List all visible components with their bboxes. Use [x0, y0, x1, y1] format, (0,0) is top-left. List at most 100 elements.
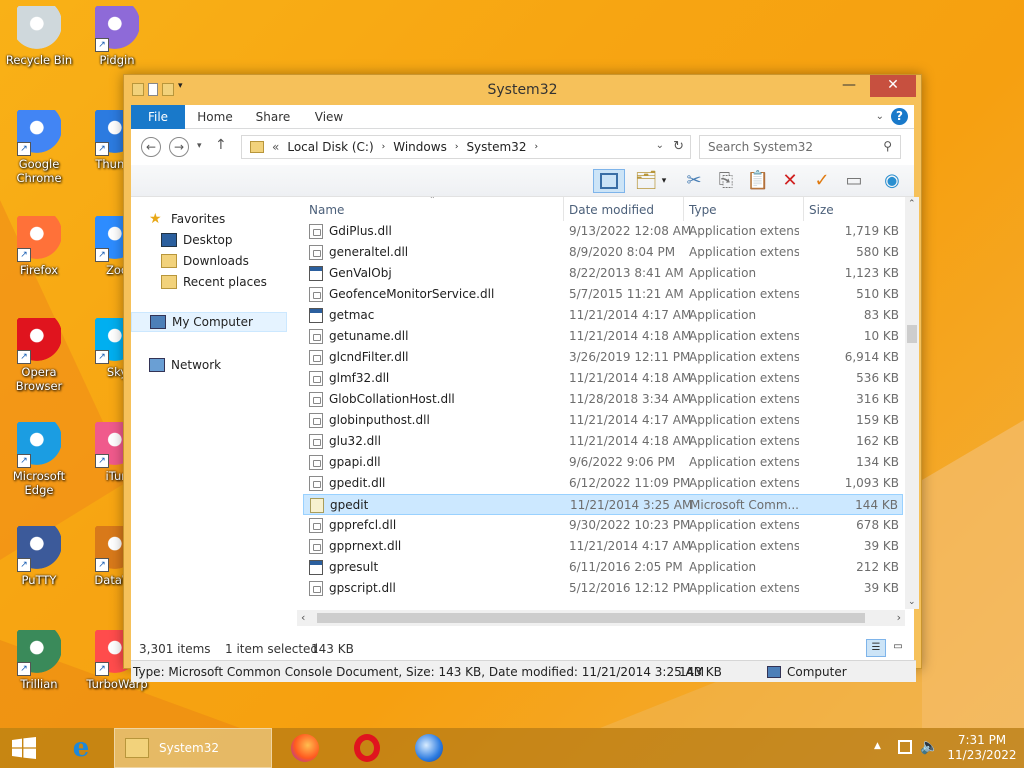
shortcut-arrow-icon: ↗: [95, 350, 109, 364]
scroll-left-icon[interactable]: ‹: [301, 611, 305, 624]
nav-network[interactable]: Network: [149, 355, 221, 375]
back-button[interactable]: ←: [141, 137, 161, 157]
file-row[interactable]: getmac 11/21/2014 4:17 AM Application 83 KB: [303, 305, 903, 326]
taskbar-opera-button[interactable]: [344, 728, 390, 768]
nav-downloads[interactable]: Downloads: [161, 251, 249, 271]
recent-locations-icon[interactable]: ▾: [197, 141, 202, 151]
file-row[interactable]: glmf32.dll 11/21/2014 4:18 AM Application …: [303, 368, 903, 389]
desktop-icon-chrome[interactable]: ↗ Google Chrome: [2, 110, 76, 185]
file-row[interactable]: GdiPlus.dll 9/13/2022 12:08 AM Application…: [303, 221, 903, 242]
desktop-icon-opera[interactable]: ↗ Opera Browser: [2, 318, 76, 393]
column-size[interactable]: Size: [809, 203, 834, 217]
file-row[interactable]: globinputhost.dll 11/21/2014 4:17 AM Appli…: [303, 410, 903, 431]
refresh-icon[interactable]: ↻: [673, 139, 684, 154]
taskbar-explorer-button[interactable]: System32: [114, 728, 272, 768]
expand-ribbon-icon[interactable]: ⌄: [876, 111, 884, 122]
views-dropdown-icon[interactable]: ▾: [657, 169, 671, 193]
paste-icon[interactable]: 📋: [745, 169, 771, 193]
help-button[interactable]: ?: [891, 108, 908, 125]
taskbar-ie-button[interactable]: e: [58, 728, 104, 768]
column-date[interactable]: Date modified: [569, 203, 654, 217]
desktop-icon-putty[interactable]: ↗ PuTTY: [2, 526, 76, 587]
search-input[interactable]: Search System32 ⚲: [699, 135, 901, 159]
close-button[interactable]: ✕: [870, 75, 916, 97]
tab-file[interactable]: File: [131, 105, 185, 129]
views-icon[interactable]: 🗂: [633, 169, 659, 193]
scroll-thumb[interactable]: [317, 613, 865, 623]
volume-icon[interactable]: 🔈: [920, 737, 939, 755]
delete-icon[interactable]: ✕: [777, 169, 803, 193]
scroll-up-icon[interactable]: ⌃: [908, 199, 916, 209]
nav-recent-places[interactable]: Recent places: [161, 272, 267, 292]
file-row[interactable]: gpedit 11/21/2014 3:25 AM Microsoft Comm..…: [303, 494, 903, 515]
file-name: gpedit.dll: [329, 476, 386, 490]
crumb-local-disk[interactable]: Local Disk (C:): [287, 140, 373, 154]
taskbar-thunderbird-button[interactable]: [406, 728, 452, 768]
tab-view[interactable]: View: [305, 105, 353, 129]
application-icon: [309, 308, 323, 323]
column-separator[interactable]: [803, 197, 804, 221]
cut-icon[interactable]: ✂: [681, 169, 707, 193]
nav-my-computer[interactable]: My Computer: [131, 312, 287, 332]
forward-button[interactable]: →: [169, 137, 189, 157]
file-row[interactable]: glu32.dll 11/21/2014 4:18 AM Application e…: [303, 431, 903, 452]
nav-favorites[interactable]: ★ Favorites: [149, 209, 225, 229]
overflow-crumb[interactable]: «: [272, 140, 279, 154]
horizontal-scrollbar[interactable]: ‹ ›: [297, 610, 905, 626]
desktop-icon-pidgin[interactable]: ↗ Pidgin: [80, 6, 154, 67]
scroll-down-icon[interactable]: ⌄: [908, 597, 916, 607]
taskbar-firefox-button[interactable]: [282, 728, 328, 768]
crumb-system32[interactable]: System32: [466, 140, 526, 154]
file-name: getmac: [329, 308, 375, 322]
column-separator[interactable]: [563, 197, 564, 221]
desktop-icon-edge[interactable]: ↗ Microsoft Edge: [2, 422, 76, 497]
vertical-scrollbar[interactable]: ⌃ ⌄: [905, 197, 919, 609]
desktop-icon-recycle-bin[interactable]: Recycle Bin: [2, 6, 76, 67]
file-size: 39 KB: [863, 539, 899, 553]
address-bar[interactable]: « Local Disk (C:) › Windows › System32 ›…: [241, 135, 691, 159]
address-dropdown-icon[interactable]: ⌄: [656, 140, 664, 151]
globe-icon[interactable]: ◉: [879, 169, 905, 193]
file-row[interactable]: getuname.dll 11/21/2014 4:18 AM Applicatio…: [303, 326, 903, 347]
column-type[interactable]: Type: [689, 203, 717, 217]
scroll-thumb[interactable]: [907, 325, 917, 343]
details-view-icon[interactable]: ☰: [866, 639, 886, 657]
desktop-icon-firefox[interactable]: ↗ Firefox: [2, 216, 76, 277]
file-row[interactable]: GeofenceMonitorService.dll 5/7/2015 11:21…: [303, 284, 903, 305]
column-name[interactable]: Name: [309, 203, 344, 217]
file-row[interactable]: glcndFilter.dll 3/26/2019 12:11 PM Applica…: [303, 347, 903, 368]
column-separator[interactable]: [683, 197, 684, 221]
large-icons-view-icon[interactable]: ▭: [889, 639, 907, 657]
desktop-icon-trillian[interactable]: ↗ Trillian: [2, 630, 76, 691]
show-hidden-icons-button[interactable]: ▲: [874, 741, 881, 751]
copy-icon[interactable]: ⎘: [713, 169, 739, 193]
file-row[interactable]: gpprefcl.dll 9/30/2022 10:23 PM Applicatio…: [303, 515, 903, 536]
clock[interactable]: 7:31 PM 11/23/2022: [946, 733, 1018, 763]
rename-icon[interactable]: ▭: [841, 169, 867, 193]
file-type: Application extens...: [689, 476, 799, 490]
title-bar[interactable]: ▾ System32 — ☐ ✕: [124, 75, 921, 105]
up-button[interactable]: ↑: [215, 137, 227, 153]
crumb-windows[interactable]: Windows: [393, 140, 447, 154]
file-row[interactable]: generaltel.dll 8/9/2020 8:04 PM Applicatio…: [303, 242, 903, 263]
tab-share[interactable]: Share: [249, 105, 297, 129]
file-row[interactable]: GlobCollationHost.dll 11/28/2018 3:34 AM A…: [303, 389, 903, 410]
scroll-right-icon[interactable]: ›: [897, 611, 901, 624]
preview-pane-icon[interactable]: [593, 169, 625, 193]
file-row[interactable]: gpedit.dll 6/12/2022 11:09 PM Application …: [303, 473, 903, 494]
minimize-button[interactable]: —: [836, 75, 862, 97]
nav-label: Network: [171, 358, 222, 372]
tab-home[interactable]: Home: [193, 105, 237, 129]
file-name: generaltel.dll: [329, 245, 409, 259]
file-row[interactable]: gpscript.dll 5/12/2016 12:12 PM Applicatio…: [303, 578, 903, 599]
file-row[interactable]: gpapi.dll 9/6/2022 9:06 PM Application ext…: [303, 452, 903, 473]
start-button[interactable]: [0, 728, 48, 768]
file-row[interactable]: gpresult 6/11/2016 2:05 PM Application 212 …: [303, 557, 903, 578]
file-row[interactable]: gpprnext.dll 11/21/2014 4:17 AM Applicatio…: [303, 536, 903, 557]
network-tray-icon[interactable]: [898, 740, 912, 754]
nav-desktop[interactable]: Desktop: [161, 230, 233, 250]
details-size: 143 KB: [679, 665, 722, 679]
file-row[interactable]: GenValObj 8/22/2013 8:41 AM Application 1,1…: [303, 263, 903, 284]
file-date: 11/21/2014 3:25 AM: [570, 498, 693, 512]
properties-check-icon[interactable]: ✓: [809, 169, 835, 193]
